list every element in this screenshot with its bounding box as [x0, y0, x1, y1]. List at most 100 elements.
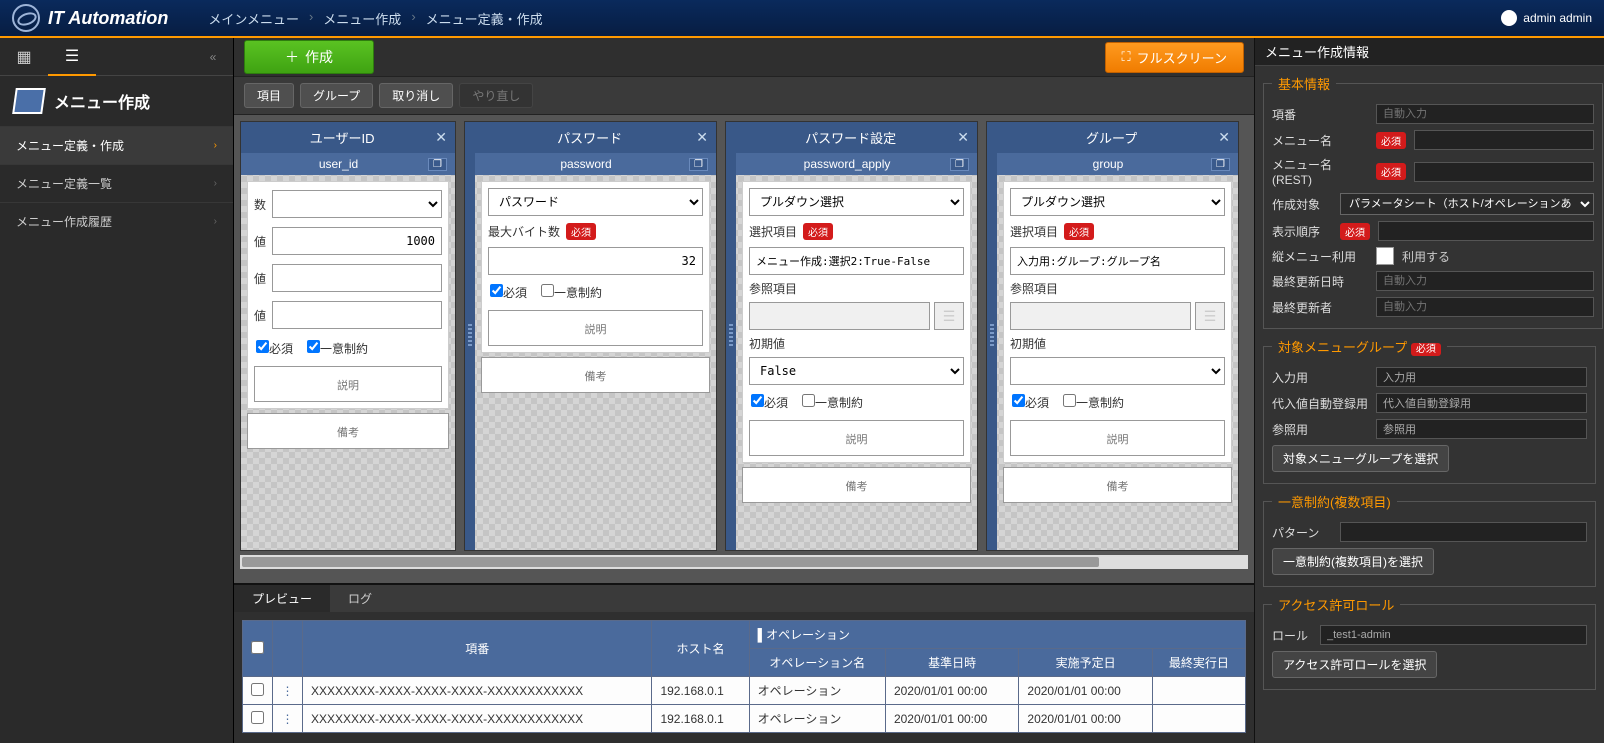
chevron-right-icon: › [309, 9, 313, 28]
design-canvas[interactable]: ユーザーID✕ user_id❐ 数 値 値 値 必須一意制約 [234, 115, 1254, 583]
select-item-input[interactable] [749, 247, 964, 275]
sidebar-item-create-history[interactable]: メニュー作成履歴› [0, 202, 233, 240]
unique-checkbox[interactable]: 一意制約 [541, 284, 602, 301]
column-card-password-apply[interactable]: パスワード設定✕ password_apply❐ プルダウン選択 選択項目必須 … [725, 121, 978, 551]
initial-select[interactable] [1010, 357, 1225, 385]
description-input[interactable] [488, 310, 703, 346]
sidebar-item-define-create[interactable]: メニュー定義・作成› [0, 126, 233, 164]
breadcrumb: メインメニュー › メニュー作成 › メニュー定義・作成 [208, 9, 542, 28]
chevron-right-icon: › [214, 140, 217, 151]
target-select[interactable]: パラメータシート（ホスト/オペレーションあ [1340, 193, 1594, 215]
tab-log[interactable]: ログ [330, 585, 390, 612]
user-menu[interactable]: admin admin [1501, 10, 1592, 26]
row-menu-icon[interactable]: ⋮ [273, 705, 303, 733]
select-all-checkbox[interactable] [243, 621, 273, 677]
drag-handle-icon[interactable] [726, 122, 736, 550]
unique-checkbox[interactable]: 一意制約 [1063, 394, 1124, 411]
value-input[interactable] [272, 227, 442, 255]
copy-icon[interactable]: ❐ [689, 158, 708, 171]
chevron-right-icon: › [214, 216, 217, 227]
list-select-icon[interactable]: ☰ [934, 302, 964, 330]
required-checkbox[interactable]: 必須 [751, 394, 788, 411]
select-unique-button[interactable]: 一意制約(複数項目)を選択 [1272, 548, 1434, 575]
card-title: ユーザーID [249, 128, 435, 147]
menu-name-input[interactable] [1414, 130, 1594, 150]
basic-info-section: 基本情報 項番 メニュー名必須 メニュー名(REST)必須 作成対象パラメータシ… [1263, 74, 1603, 329]
undo-button[interactable]: 取り消し [379, 83, 453, 108]
column-card-user-id[interactable]: ユーザーID✕ user_id❐ 数 値 値 値 必須一意制約 [240, 121, 456, 551]
unique-checkbox[interactable]: 一意制約 [307, 340, 368, 357]
unique-constraint-section: 一意制約(複数項目) パターン 一意制約(複数項目)を選択 [1263, 492, 1596, 587]
close-icon[interactable]: ✕ [435, 129, 447, 146]
maxbyte-input[interactable] [488, 247, 703, 275]
col-op-name: オペレーション名 [749, 649, 885, 677]
column-card-password[interactable]: パスワード✕ password❐ パスワード 最大バイト数必須 必須一意制約 [464, 121, 717, 551]
required-checkbox[interactable]: 必須 [1012, 394, 1049, 411]
copy-icon[interactable]: ❐ [950, 158, 969, 171]
user-icon [1501, 10, 1517, 26]
breadcrumb-item[interactable]: メインメニュー [208, 9, 299, 28]
description-input[interactable] [749, 420, 964, 456]
type-select[interactable]: パスワード [488, 188, 703, 216]
close-icon[interactable]: ✕ [696, 129, 708, 146]
chevron-right-icon: › [411, 9, 415, 28]
app-logo: IT Automation [12, 4, 168, 32]
role-input [1320, 625, 1587, 645]
remark-input[interactable] [742, 467, 971, 503]
row-menu-icon[interactable]: ⋮ [273, 677, 303, 705]
order-input[interactable] [1378, 221, 1594, 241]
remark-input[interactable] [1003, 467, 1232, 503]
col-sched-dt: 実施予定日 [1019, 649, 1152, 677]
remark-input[interactable] [481, 357, 710, 393]
value-input[interactable] [272, 301, 442, 329]
menu-rest-input[interactable] [1414, 162, 1594, 182]
grid-view-icon[interactable]: ▦ [0, 38, 48, 76]
col-no: 項番 [303, 621, 652, 677]
drag-handle-icon[interactable] [465, 122, 475, 550]
remark-input[interactable] [247, 413, 449, 449]
select-item-input[interactable] [1010, 247, 1225, 275]
pattern-input [1340, 522, 1587, 542]
vertical-menu-checkbox[interactable] [1376, 247, 1394, 265]
column-card-group[interactable]: グループ✕ group❐ プルダウン選択 選択項目必須 参照項目 ☰ [986, 121, 1239, 551]
type-select[interactable] [272, 190, 442, 218]
list-view-icon[interactable]: ☰ [48, 38, 96, 76]
collapse-sidebar-icon[interactable]: « [193, 50, 233, 64]
close-icon[interactable]: ✕ [1218, 129, 1230, 146]
table-row[interactable]: ⋮ XXXXXXXX-XXXX-XXXX-XXXX-XXXXXXXXXXXX 1… [243, 705, 1246, 733]
table-row[interactable]: ⋮ XXXXXXXX-XXXX-XXXX-XXXX-XXXXXXXXXXXX 1… [243, 677, 1246, 705]
drag-handle-icon[interactable] [987, 122, 997, 550]
description-input[interactable] [254, 366, 442, 402]
value-input[interactable] [272, 264, 442, 292]
row-checkbox[interactable] [251, 683, 264, 696]
create-button[interactable]: ＋作成 [244, 40, 374, 74]
type-select[interactable]: プルダウン選択 [1010, 188, 1225, 216]
description-input[interactable] [1010, 420, 1225, 456]
unique-checkbox[interactable]: 一意制約 [802, 394, 863, 411]
row-checkbox[interactable] [251, 711, 264, 724]
user-name: admin admin [1523, 11, 1592, 25]
input-group [1376, 367, 1587, 387]
copy-icon[interactable]: ❐ [1211, 158, 1230, 171]
required-checkbox[interactable]: 必須 [490, 284, 527, 301]
fullscreen-button[interactable]: ⛶フルスクリーン [1105, 42, 1244, 73]
breadcrumb-item[interactable]: メニュー作成 [323, 9, 401, 28]
type-select[interactable]: プルダウン選択 [749, 188, 964, 216]
copy-icon[interactable]: ❐ [428, 158, 447, 171]
reference-input [749, 302, 930, 330]
tab-preview[interactable]: プレビュー [234, 585, 330, 612]
fullscreen-icon: ⛶ [1122, 49, 1131, 65]
add-item-button[interactable]: 項目 [244, 83, 294, 108]
initial-select[interactable]: False [749, 357, 964, 385]
required-checkbox[interactable]: 必須 [256, 340, 293, 357]
close-icon[interactable]: ✕ [957, 129, 969, 146]
col-operation-group: ▌オペレーション [749, 621, 1245, 649]
horizontal-scrollbar[interactable] [240, 555, 1248, 569]
panel-title: メニュー作成情報 [1255, 38, 1604, 66]
updated-by [1376, 297, 1594, 317]
sidebar-item-define-list[interactable]: メニュー定義一覧› [0, 164, 233, 202]
list-select-icon[interactable]: ☰ [1195, 302, 1225, 330]
select-menu-group-button[interactable]: 対象メニューグループを選択 [1272, 445, 1449, 472]
select-role-button[interactable]: アクセス許可ロールを選択 [1272, 651, 1437, 678]
add-group-button[interactable]: グループ [300, 83, 373, 108]
